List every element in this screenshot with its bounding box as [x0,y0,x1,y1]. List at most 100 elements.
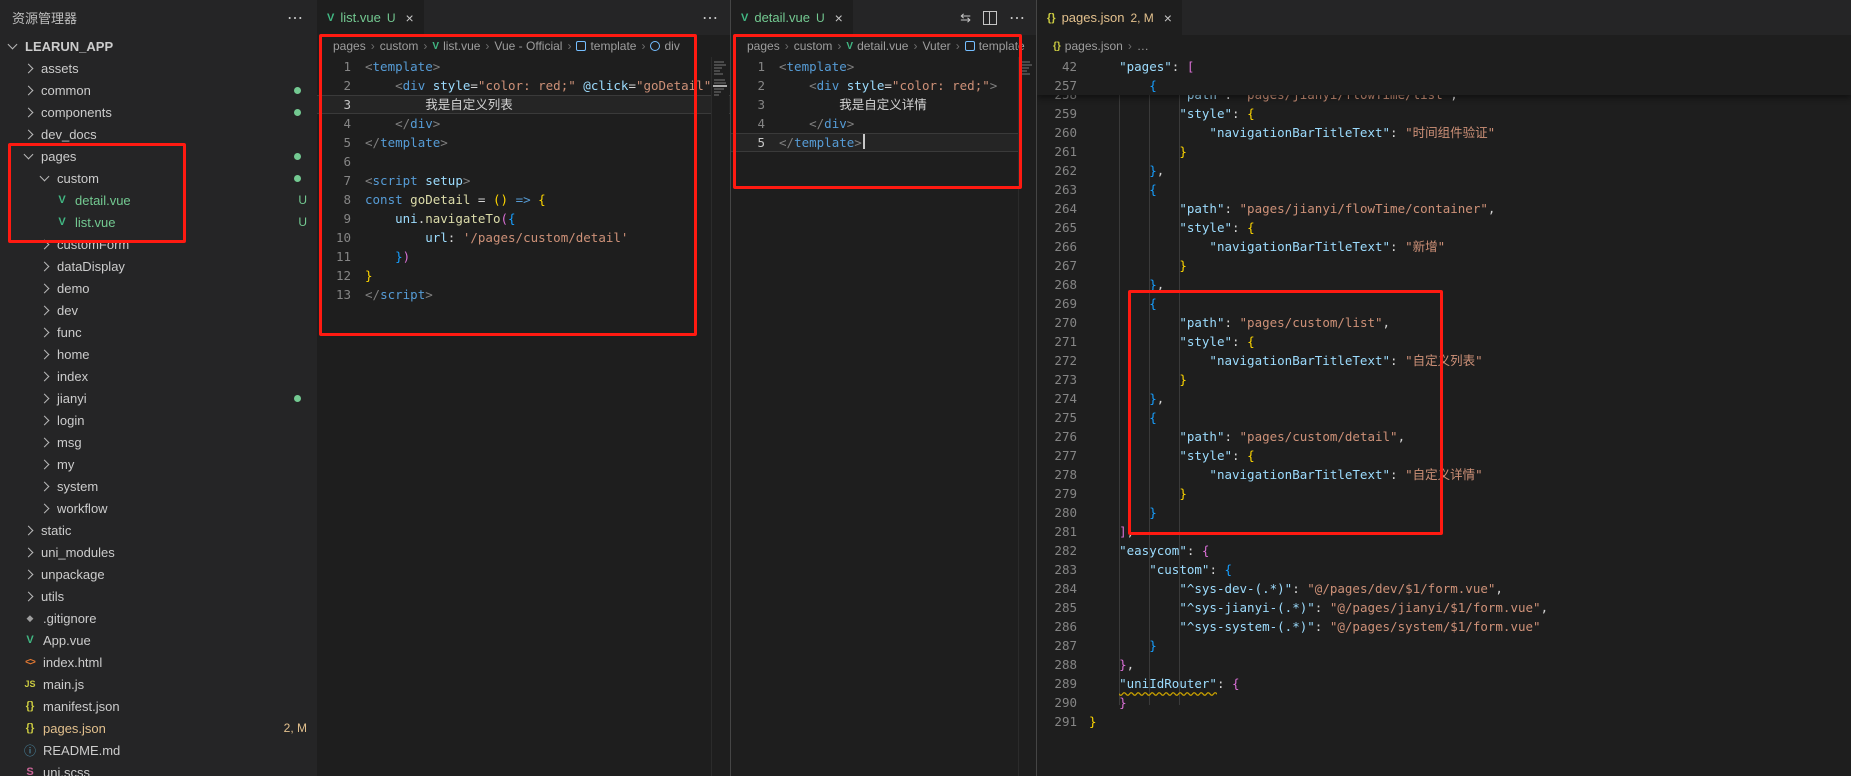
breadcrumb-item[interactable]: template [965,39,1025,53]
close-icon[interactable]: × [1164,10,1172,26]
code-line[interactable]: 5</template> [317,133,730,152]
code-line[interactable]: 259 "style": { [1037,104,1851,123]
code-line[interactable]: 282 "easycom": { [1037,541,1851,560]
tree-item-index[interactable]: index [0,365,317,387]
code-line[interactable]: 260 "navigationBarTitleText": "时间组件验证" [1037,123,1851,142]
minimap[interactable] [1018,57,1036,776]
breadcrumb-item[interactable]: div [650,39,679,53]
tree-item-manifest.json[interactable]: {}manifest.json [0,695,317,717]
code-line[interactable]: 7<script setup> [317,171,730,190]
tree-item-demo[interactable]: demo [0,277,317,299]
code-line[interactable]: 261 } [1037,142,1851,161]
code-line[interactable]: 274 }, [1037,389,1851,408]
tree-item-custom[interactable]: custom [0,167,317,189]
breadcrumb-item[interactable]: custom [794,39,833,53]
code-line[interactable]: 8const goDetail = () => { [317,190,730,209]
code-line[interactable]: 283 "custom": { [1037,560,1851,579]
code-line[interactable]: 268 }, [1037,275,1851,294]
breadcrumb-item[interactable]: {}pages.json [1053,39,1123,53]
code-line[interactable]: 290 } [1037,693,1851,712]
tree-item-App.vue[interactable]: VApp.vue [0,629,317,651]
code-line[interactable]: 2 <div style="color: red;"> [731,76,1037,95]
code-line[interactable]: 269 { [1037,294,1851,313]
tree-item-README.md[interactable]: ⓘREADME.md [0,739,317,761]
code-line[interactable]: 4 </div> [317,114,730,133]
code-line[interactable]: 262 }, [1037,161,1851,180]
code-line[interactable]: 2 <div style="color: red;" @click="goDet… [317,76,730,95]
code-line[interactable]: 9 uni.navigateTo({ [317,209,730,228]
code-line[interactable]: 287 } [1037,636,1851,655]
code-line[interactable]: 257 { [1037,76,1851,95]
breadcrumb-item[interactable]: custom [380,39,419,53]
code-line[interactable]: 263 { [1037,180,1851,199]
tree-item-dev_docs[interactable]: dev_docs [0,123,317,145]
code-line[interactable]: 278 "navigationBarTitleText": "自定义详情" [1037,465,1851,484]
code-line[interactable]: 273 } [1037,370,1851,389]
open-changes-icon[interactable]: ⇆ [960,10,971,26]
tab-list-vue[interactable]: V list.vue U × [317,0,424,35]
tree-item-list.vue[interactable]: Vlist.vueU [0,211,317,233]
tree-item-customForm[interactable]: customForm [0,233,317,255]
code-line[interactable]: 10 url: '/pages/custom/detail' [317,228,730,247]
code-line[interactable]: 3 我是自定义列表 [317,95,730,114]
code-line[interactable]: 285 "^sys-jianyi-(.*)": "@/pages/jianyi/… [1037,598,1851,617]
tree-item-home[interactable]: home [0,343,317,365]
tree-item-utils[interactable]: utils [0,585,317,607]
code-line[interactable]: 5</template> [731,133,1037,152]
tree-item-unpackage[interactable]: unpackage [0,563,317,585]
code-line[interactable]: 267 } [1037,256,1851,275]
split-editor-icon[interactable] [983,11,997,25]
code-line[interactable]: 286 "^sys-system-(.*)": "@/pages/system/… [1037,617,1851,636]
tree-item-assets[interactable]: assets [0,57,317,79]
more-actions-icon[interactable]: ⋯ [1009,8,1025,28]
tree-item-dev[interactable]: dev [0,299,317,321]
code-line[interactable]: 291} [1037,712,1851,731]
minimap[interactable] [711,57,729,776]
code-line[interactable]: 276 "path": "pages/custom/detail", [1037,427,1851,446]
tree-item-my[interactable]: my [0,453,317,475]
breadcrumb-item[interactable]: pages [333,39,366,53]
editor-group-divider[interactable] [730,0,731,776]
tree-root[interactable]: LEARUN_APP [0,35,317,57]
breadcrumb-item[interactable]: template [576,39,636,53]
tab-detail-vue[interactable]: V detail.vue U × [731,0,853,35]
code-line[interactable]: 1<template> [731,57,1037,76]
tree-item-msg[interactable]: msg [0,431,317,453]
close-icon[interactable]: × [835,10,843,26]
tree-item-uni_modules[interactable]: uni_modules [0,541,317,563]
tree-item-func[interactable]: func [0,321,317,343]
code-line[interactable]: 270 "path": "pages/custom/list", [1037,313,1851,332]
code-line[interactable]: 277 "style": { [1037,446,1851,465]
code-line[interactable]: 289 "uniIdRouter": { [1037,674,1851,693]
tree-item-workflow[interactable]: workflow [0,497,317,519]
tree-item-dataDisplay[interactable]: dataDisplay [0,255,317,277]
tree-item-uni.scss[interactable]: Suni.scss [0,761,317,776]
sticky-scroll[interactable]: 42 "pages": [257 { [1037,57,1851,95]
tree-item-main.js[interactable]: JSmain.js [0,673,317,695]
editor-group-divider[interactable] [1036,0,1037,776]
tree-item-index.html[interactable]: <>index.html [0,651,317,673]
code-line[interactable]: 3 我是自定义详情 [731,95,1037,114]
code-line[interactable]: 42 "pages": [ [1037,57,1851,76]
code-line[interactable]: 281 ], [1037,522,1851,541]
tree-item-common[interactable]: common [0,79,317,101]
breadcrumb-item[interactable]: pages [747,39,780,53]
tree-item-pages.json[interactable]: {}pages.json2, M [0,717,317,739]
code-line[interactable]: 284 "^sys-dev-(.*)": "@/pages/dev/$1/for… [1037,579,1851,598]
tree-item-components[interactable]: components [0,101,317,123]
breadcrumb-item[interactable]: Vlist.vue [432,39,480,53]
tree-item-system[interactable]: system [0,475,317,497]
code-line[interactable]: 1<template> [317,57,730,76]
code-line[interactable]: 288 }, [1037,655,1851,674]
tree-item-pages[interactable]: pages [0,145,317,167]
breadcrumb-item[interactable]: … [1137,39,1149,53]
tab-pages-json[interactable]: {} pages.json 2, M × [1037,0,1182,35]
code-line[interactable]: 13</script> [317,285,730,304]
code-line[interactable]: 264 "path": "pages/jianyi/flowTime/conta… [1037,199,1851,218]
more-actions-icon[interactable]: ⋯ [702,8,718,28]
code-line[interactable]: 272 "navigationBarTitleText": "自定义列表" [1037,351,1851,370]
breadcrumb-item[interactable]: Vuter [922,39,950,53]
breadcrumb-item[interactable]: Vue - Official [494,39,562,53]
code-line[interactable]: 280 } [1037,503,1851,522]
more-actions-icon[interactable]: ⋯ [287,8,303,28]
